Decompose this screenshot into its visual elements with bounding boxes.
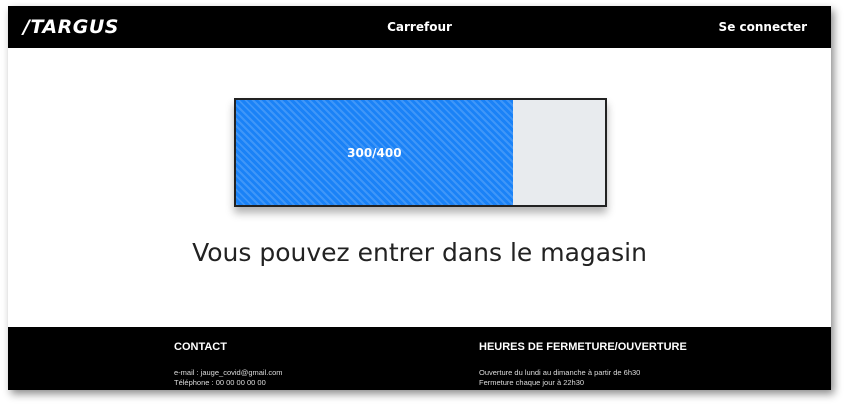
entry-status-message: Vous pouvez entrer dans le magasin	[192, 238, 647, 267]
footer-contact-section: CONTACT e-mail : jauge_covid@gmail.com T…	[174, 341, 283, 388]
app-window: /TARGUS Carrefour Se connecter 300/400 V…	[8, 6, 831, 390]
top-navbar: /TARGUS Carrefour Se connecter	[8, 6, 831, 48]
contact-heading: CONTACT	[174, 341, 227, 353]
hours-heading: HEURES DE FERMETURE/OUVERTURE	[479, 341, 687, 353]
footer-hours-section: HEURES DE FERMETURE/OUVERTURE Ouverture …	[479, 341, 687, 388]
contact-email[interactable]: e-mail : jauge_covid@gmail.com	[174, 368, 283, 378]
contact-phone: Téléphone : 00 00 00 00 00	[174, 378, 266, 387]
capacity-gauge: 300/400	[234, 98, 607, 207]
main-content: 300/400 Vous pouvez entrer dans le magas…	[8, 48, 831, 327]
login-link[interactable]: Se connecter	[719, 20, 807, 34]
closing-hours: Fermeture chaque jour à 22h30	[479, 378, 585, 387]
opening-hours: Ouverture du lundi au dimanche à partir …	[479, 368, 641, 377]
page-footer: CONTACT e-mail : jauge_covid@gmail.com T…	[8, 327, 831, 390]
store-name: Carrefour	[387, 20, 452, 34]
gauge-count-label: 300/400	[347, 145, 402, 160]
